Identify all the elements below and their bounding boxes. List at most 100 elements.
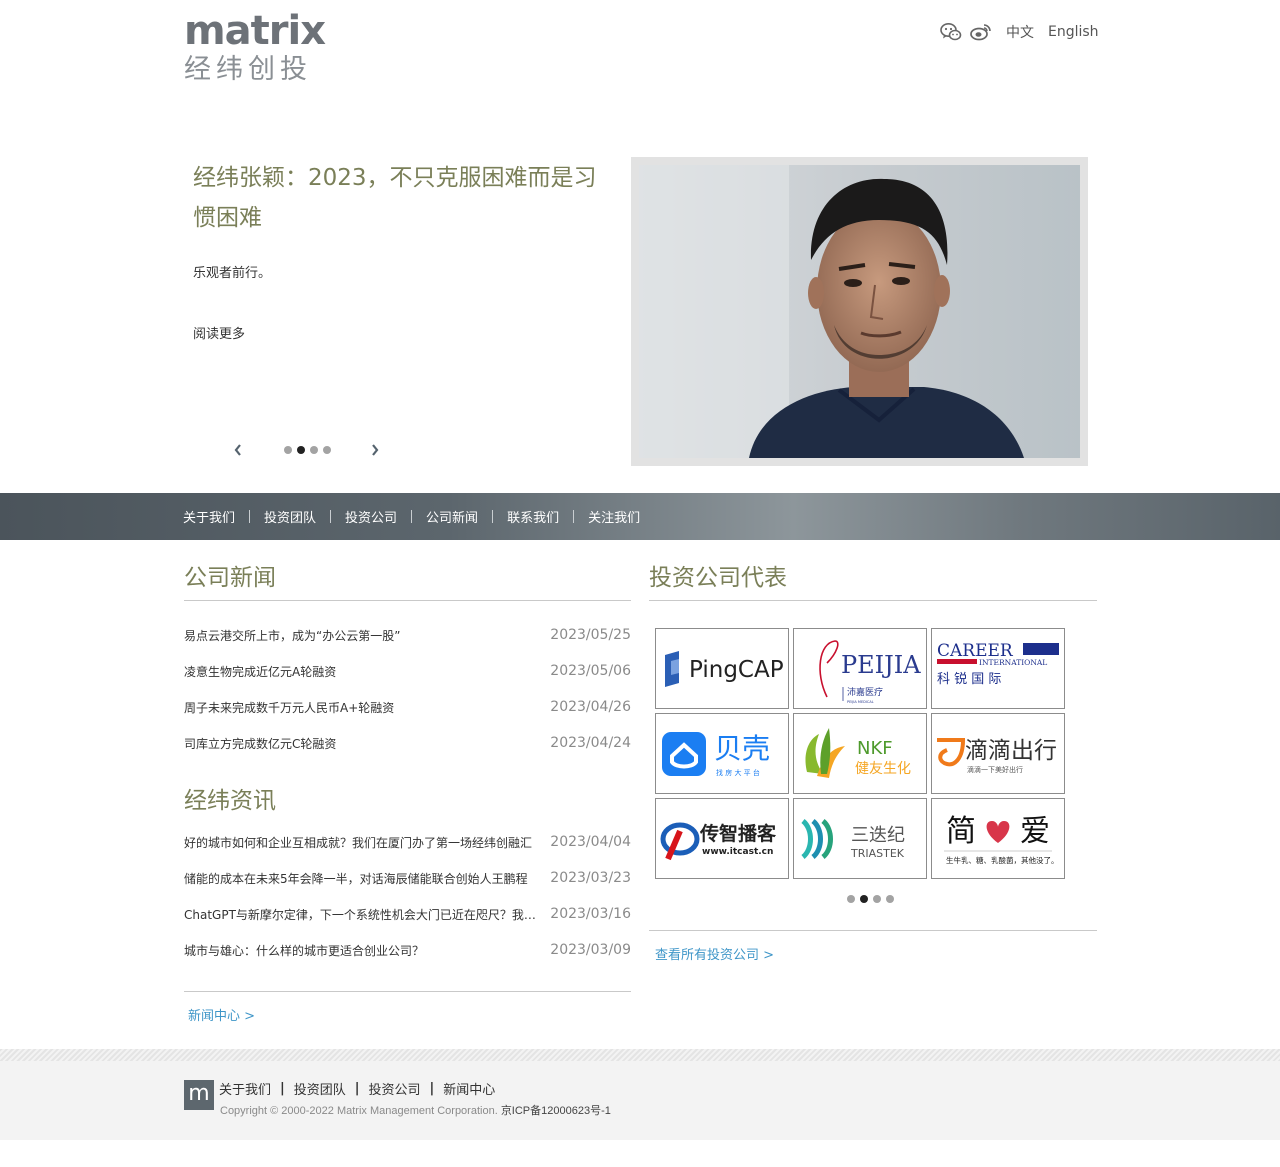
nav-news[interactable]: 公司新闻 bbox=[426, 507, 478, 526]
carousel-dot[interactable] bbox=[847, 895, 855, 903]
carousel-dot[interactable] bbox=[323, 446, 331, 454]
news-row[interactable]: ChatGPT与新摩尔定律，下一个系统性机会大门已近在咫尺？我们必须抓住 202… bbox=[184, 896, 631, 932]
news-row[interactable]: 储能的成本在未来5年会降一半，对话海辰储能联合创始人王鹏程 2023/03/23 bbox=[184, 860, 631, 896]
nav-divider bbox=[573, 510, 575, 523]
portfolio-logo-pingcap[interactable]: PingCAP bbox=[655, 628, 789, 709]
logo-text: NKF bbox=[857, 738, 893, 759]
lang-english-link[interactable]: English bbox=[1048, 24, 1099, 40]
news-title[interactable]: 凌意生物完成近亿元A轮融资 bbox=[184, 663, 336, 680]
news-title[interactable]: 周子未来完成数千万元人民币A+轮融资 bbox=[184, 699, 394, 716]
logo-subtext: TRIASTEK bbox=[850, 847, 905, 860]
portfolio-logo-triastek[interactable]: 三迭纪 TRIASTEK bbox=[793, 798, 927, 879]
logo-text: 简 bbox=[946, 814, 976, 849]
main-nav-bar: 关于我们 投资团队 投资公司 公司新闻 联系我们 关注我们 bbox=[0, 493, 1280, 540]
footer-link-portfolio[interactable]: 投资公司 bbox=[369, 1079, 421, 1098]
portfolio-logo-jianai[interactable]: 简 爱 生牛乳、糖、乳酸菌，其他没了。 bbox=[931, 798, 1065, 879]
portfolio-carousel-dots bbox=[847, 895, 894, 903]
nav-team[interactable]: 投资团队 bbox=[264, 507, 316, 526]
nav-contact[interactable]: 联系我们 bbox=[507, 507, 559, 526]
news-title[interactable]: 好的城市如何和企业互相成就？我们在厦门办了第一场经纬创融汇 bbox=[184, 834, 532, 851]
footer-divider: | bbox=[280, 1081, 285, 1096]
weibo-icon[interactable] bbox=[970, 21, 992, 43]
hero-title[interactable]: 经纬张颖：2023，不只克服困难而是习惯困难 bbox=[193, 158, 613, 238]
footer-divider: | bbox=[354, 1081, 360, 1096]
matrix-info-list: 好的城市如何和企业互相成就？我们在厦门办了第一场经纬创融汇 2023/04/04… bbox=[184, 824, 631, 968]
logo-subtext: 滴滴一下美好出行 bbox=[967, 765, 1023, 774]
prev-arrow-icon[interactable] bbox=[230, 440, 246, 460]
hero-subtitle: 乐观者前行。 bbox=[193, 266, 272, 281]
news-row[interactable]: 司库立方完成数亿元C轮融资 2023/04/24 bbox=[184, 725, 631, 761]
footer-link-about[interactable]: 关于我们 bbox=[219, 1079, 271, 1098]
news-row[interactable]: 城市与雄心：什么样的城市更适合创业公司？ 2023/03/09 bbox=[184, 932, 631, 968]
logo-chinese-name: 经纬创投 bbox=[184, 54, 312, 85]
next-arrow-icon[interactable] bbox=[367, 440, 383, 460]
carousel-dot[interactable] bbox=[284, 446, 292, 454]
company-news-list: 易点云港交所上市，成为“办公云第一股” 2023/05/25 凌意生物完成近亿元… bbox=[184, 617, 631, 761]
footer-logo[interactable]: m bbox=[184, 1080, 214, 1110]
logo-subtext: INTERNATIONAL bbox=[979, 658, 1047, 667]
logo-subtext: 科 锐 国 际 bbox=[937, 672, 1001, 687]
news-title[interactable]: 易点云港交所上市，成为“办公云第一股” bbox=[184, 627, 400, 644]
all-portfolio-link[interactable]: 查看所有投资公司 > bbox=[655, 944, 774, 963]
news-row[interactable]: 周子未来完成数千万元人民币A+轮融资 2023/04/26 bbox=[184, 689, 631, 725]
portfolio-heading: 投资公司代表 bbox=[649, 565, 787, 591]
company-news-heading: 公司新闻 bbox=[184, 565, 276, 591]
logo-text: 三迭纪 bbox=[851, 825, 905, 846]
nav-divider bbox=[492, 510, 494, 523]
nav-divider bbox=[411, 510, 413, 523]
news-date: 2023/03/16 bbox=[550, 906, 631, 922]
logo-subtext: 沛嘉医疗 bbox=[847, 686, 883, 698]
hero-image-frame bbox=[631, 157, 1088, 466]
logo-text: 传智播客 bbox=[699, 822, 777, 845]
news-title[interactable]: 储能的成本在未来5年会降一半，对话海辰储能联合创始人王鹏程 bbox=[184, 870, 528, 887]
logo-subtext: PEIJIA MEDICAL bbox=[847, 700, 874, 704]
footer-link-news[interactable]: 新闻中心 bbox=[443, 1079, 495, 1098]
news-center-link[interactable]: 新闻中心 > bbox=[188, 1005, 255, 1024]
carousel-dot[interactable] bbox=[297, 446, 305, 454]
section-divider bbox=[649, 930, 1097, 931]
carousel-dot[interactable] bbox=[886, 895, 894, 903]
icp-license-link[interactable]: 京ICP备12000623号-1 bbox=[501, 1105, 611, 1117]
news-row[interactable]: 凌意生物完成近亿元A轮融资 2023/05/06 bbox=[184, 653, 631, 689]
footer-divider: | bbox=[429, 1081, 435, 1096]
logo-subtext: www.itcast.cn bbox=[702, 847, 773, 857]
wechat-icon[interactable] bbox=[940, 21, 962, 43]
news-title[interactable]: 司库立方完成数亿元C轮融资 bbox=[184, 735, 336, 752]
news-row[interactable]: 好的城市如何和企业互相成就？我们在厦门办了第一场经纬创融汇 2023/04/04 bbox=[184, 824, 631, 860]
logo-text: PEIJIA bbox=[841, 651, 921, 679]
portfolio-logo-career[interactable]: CAREER INTERNATIONAL 科 锐 国 际 bbox=[931, 628, 1065, 709]
nav-follow[interactable]: 关注我们 bbox=[588, 507, 640, 526]
logo-subtext: 找 房 大 平 台 bbox=[716, 768, 760, 777]
matrix-logo[interactable]: matrix 经纬创投 bbox=[184, 8, 326, 90]
portfolio-logo-peijia[interactable]: PEIJIA 沛嘉医疗 PEIJIA MEDICAL bbox=[793, 628, 927, 709]
logo-text: 贝壳 bbox=[714, 732, 770, 765]
news-date: 2023/05/25 bbox=[550, 627, 631, 643]
nav-portfolio[interactable]: 投资公司 bbox=[345, 507, 397, 526]
news-title[interactable]: ChatGPT与新摩尔定律，下一个系统性机会大门已近在咫尺？我们必须抓住 bbox=[184, 906, 536, 923]
news-date: 2023/03/23 bbox=[550, 870, 631, 886]
carousel-dot[interactable] bbox=[310, 446, 318, 454]
news-row[interactable]: 易点云港交所上市，成为“办公云第一股” 2023/05/25 bbox=[184, 617, 631, 653]
footer-links: 关于我们 | 投资团队 | 投资公司 | 新闻中心 bbox=[219, 1079, 495, 1098]
carousel-dot[interactable] bbox=[873, 895, 881, 903]
carousel-dot[interactable] bbox=[860, 895, 868, 903]
nav-about[interactable]: 关于我们 bbox=[183, 507, 235, 526]
footer: m 关于我们 | 投资团队 | 投资公司 | 新闻中心 Copyright © … bbox=[0, 1061, 1280, 1140]
hero-portrait-image[interactable] bbox=[639, 165, 1080, 458]
logo-text: PingCAP bbox=[689, 657, 784, 683]
lang-chinese-link[interactable]: 中文 bbox=[1006, 22, 1034, 42]
hero-carousel-controls bbox=[230, 440, 390, 460]
logo-wordmark: matrix bbox=[184, 8, 326, 54]
hero-carousel-dots bbox=[284, 446, 331, 454]
news-date: 2023/04/24 bbox=[550, 735, 631, 751]
news-date: 2023/04/26 bbox=[550, 699, 631, 715]
news-title[interactable]: 城市与雄心：什么样的城市更适合创业公司？ bbox=[184, 942, 424, 959]
footer-link-team[interactable]: 投资团队 bbox=[294, 1079, 346, 1098]
portfolio-logo-itcast[interactable]: 传智播客 www.itcast.cn bbox=[655, 798, 789, 879]
header-utilities: 中文 English bbox=[940, 20, 1099, 44]
footer-stripe bbox=[0, 1049, 1280, 1061]
portfolio-logo-nkf[interactable]: NKF 健友生化 bbox=[793, 713, 927, 794]
hero-read-more-link[interactable]: 阅读更多 bbox=[193, 323, 245, 342]
portfolio-logo-beike[interactable]: 贝壳 找 房 大 平 台 bbox=[655, 713, 789, 794]
portfolio-logo-didi[interactable]: 滴滴出行 滴滴一下美好出行 bbox=[931, 713, 1065, 794]
